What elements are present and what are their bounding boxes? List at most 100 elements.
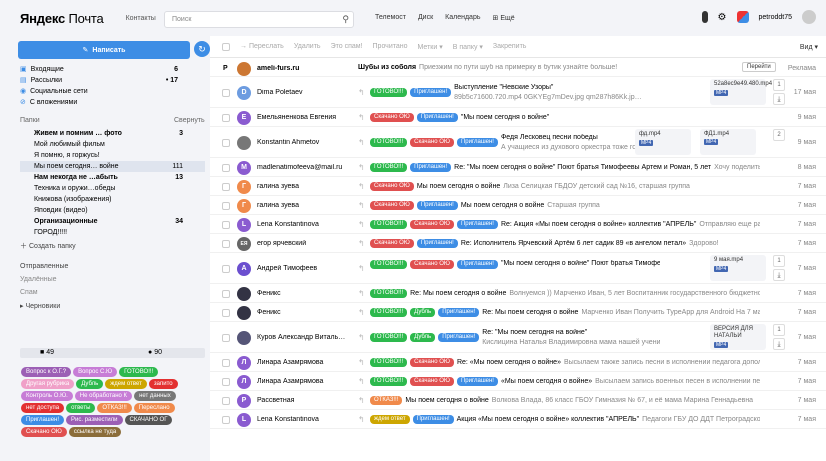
message-row[interactable]: Р Рассветная ↰ ОТКАЗ!!! Мы поем сегодня о во…	[210, 391, 826, 410]
download-icon[interactable]: ⤓	[773, 269, 785, 281]
reply-icon[interactable]: ↰	[358, 163, 365, 172]
services-icon[interactable]	[736, 11, 749, 23]
message-tag[interactable]: ГОТОВО!!!	[370, 307, 408, 317]
attachment-preview[interactable]: фд.mp4 MP4	[635, 129, 691, 155]
contacts-link[interactable]: Контакты	[126, 15, 156, 22]
subfolder-4-selected[interactable]: Мы поем сегодня… войне 111	[20, 161, 205, 172]
row-checkbox[interactable]	[222, 396, 230, 405]
create-folder-link[interactable]: ＋ Создать папку	[20, 241, 76, 251]
message-tag[interactable]: Приглашен!	[410, 162, 452, 172]
reply-icon[interactable]: ↰	[358, 182, 365, 191]
message-tag[interactable]: Скачано ОЮ	[410, 137, 454, 147]
sidebar-tag[interactable]: ссылка не тудa	[68, 427, 122, 437]
subfolder-9[interactable]: Организационные 34	[20, 216, 205, 227]
row-checkbox[interactable]	[222, 239, 230, 248]
reply-icon[interactable]: ↰	[358, 289, 365, 298]
nav-calendar[interactable]: Календарь	[445, 14, 480, 22]
sidebar-tag[interactable]: ждем ответ	[105, 379, 147, 389]
sidebar-tag[interactable]: Вопрос к О.Г.?	[21, 367, 72, 377]
sidebar-tag[interactable]: Не обработано К	[74, 391, 133, 401]
message-tag[interactable]: Приглашен!	[438, 332, 480, 342]
folder-newsletters[interactable]: ▤ Рассылки • 17	[20, 76, 200, 85]
message-row[interactable]: L Lena Konstantinova ↰ ждем ответ Приглашен!…	[210, 410, 826, 429]
subfolder-5[interactable]: Нам некогда не …абыть 13	[20, 172, 205, 183]
move-button[interactable]: В папку ▾	[453, 43, 483, 51]
yandex-mail-logo[interactable]: Яндекс Почта	[20, 11, 104, 26]
message-tag[interactable]: Приглашен!	[456, 376, 498, 386]
row-checkbox[interactable]	[222, 113, 230, 122]
phone-icon[interactable]	[701, 11, 708, 23]
message-row[interactable]: Л Линара Азамрямова ↰ ГОТОВО!!! Скачано ОЮ Re…	[210, 353, 826, 372]
sidebar-tag[interactable]: запито	[148, 379, 178, 389]
row-checkbox[interactable]	[222, 264, 230, 273]
message-tag[interactable]: ГОТОВО!!!	[370, 288, 408, 298]
nav-disk[interactable]: Диск	[418, 14, 433, 22]
folder-spam[interactable]: Спам	[20, 289, 38, 296]
message-row[interactable]: ЕЯ егор ярчевский ↰ Скачано ОЮ Приглашен! Re:…	[210, 234, 826, 253]
message-row[interactable]: L Lena Konstantinova ↰ ГОТОВО!!! Скачано ОЮ П…	[210, 215, 826, 234]
message-tag[interactable]: Скачано ОЮ	[370, 181, 414, 191]
sidebar-tag[interactable]: Рис. разместили	[66, 415, 123, 425]
message-tag[interactable]: Приглашен!	[438, 307, 480, 317]
nav-telemost[interactable]: Телемост	[375, 14, 406, 22]
message-row[interactable]: Е Емельяненкова Евгения ↰ Скачано ОЮ Приглаш…	[210, 108, 826, 127]
subfolder-6[interactable]: Техника и оружи…обеды	[20, 183, 205, 194]
row-checkbox[interactable]	[222, 415, 230, 424]
subfolder-1[interactable]: Живем и помним … фото 3	[20, 128, 205, 139]
view-dropdown[interactable]: Вид ▾	[800, 43, 818, 51]
message-tag[interactable]: Скачано ОЮ	[410, 357, 454, 367]
message-tag[interactable]: ГОТОВО!!!	[370, 137, 408, 147]
collapse-folders[interactable]: Свернуть	[174, 117, 205, 124]
nav-more[interactable]: ⊞ Ещё	[493, 14, 515, 22]
reply-icon[interactable]: ↰	[358, 396, 365, 405]
message-row[interactable]: Феникс ↰ ГОТОВО!!! Дубль Приглашен! Re: Мы по…	[210, 303, 826, 322]
row-checkbox[interactable]	[222, 163, 230, 172]
message-row[interactable]: Konstantin Ahmetov ↰ ГОТОВО!!! Скачано ОЮ Пр…	[210, 127, 826, 158]
download-icon[interactable]: ⤓	[773, 93, 785, 105]
sidebar-tag[interactable]: Переслано	[133, 403, 175, 413]
sidebar-tag[interactable]: Другая рубрика	[21, 379, 75, 389]
reply-icon[interactable]: ↰	[358, 308, 365, 317]
user-avatar[interactable]	[802, 10, 816, 24]
message-tag[interactable]: Приглашен!	[456, 260, 498, 269]
sidebar-tag[interactable]: нет доступа	[21, 403, 65, 413]
message-tag[interactable]: ГОТОВО!!!	[370, 376, 408, 386]
row-checkbox[interactable]	[222, 308, 230, 317]
message-tag[interactable]: Скачано ОЮ	[370, 200, 414, 210]
message-row[interactable]: Ггалина зуева ↰ Скачано ОЮ Мы поем сегодня …	[210, 177, 826, 196]
row-checkbox[interactable]	[222, 88, 230, 97]
message-row[interactable]: А Андрей Тимофеев ↰ ГОТОВО!!! Скачано ОЮ Приг…	[210, 253, 826, 284]
row-checkbox[interactable]	[222, 358, 230, 367]
reply-icon[interactable]: ↰	[358, 377, 365, 386]
search-icon[interactable]: ⚲	[342, 14, 349, 25]
message-tag[interactable]: ГОТОВО!!!	[370, 87, 408, 97]
message-tag[interactable]: Приглашен!	[456, 137, 498, 147]
message-tag[interactable]: Дубль	[410, 332, 436, 342]
message-tag[interactable]: ОТКАЗ!!!	[370, 395, 403, 405]
username[interactable]: petroddt75	[759, 14, 792, 21]
reply-icon[interactable]: ↰	[358, 88, 365, 97]
stats-bar[interactable]: ■ 49 ● 90	[20, 348, 205, 358]
reply-icon[interactable]: ↰	[358, 201, 365, 210]
subfolder-8[interactable]: Яповдик (видео)	[20, 205, 205, 216]
attachment-preview[interactable]: 9 мая.mp4 MP4	[710, 255, 766, 281]
message-tag[interactable]: Скачано ОЮ	[410, 260, 454, 269]
message-tag[interactable]: Скачано ОЮ	[370, 112, 414, 122]
delete-button[interactable]: Удалить	[294, 43, 321, 50]
message-row[interactable]: Ггалина зуева ↰ Скачано ОЮ Приглашен! Мы пое…	[210, 196, 826, 215]
folder-inbox[interactable]: ▣ Входящие 6	[20, 65, 200, 74]
reply-icon[interactable]: ↰	[358, 333, 365, 342]
search-input[interactable]: Поиск ⚲	[164, 11, 354, 28]
reply-icon[interactable]: ↰	[358, 138, 365, 147]
folder-drafts[interactable]: ▸ Черновики	[20, 302, 60, 310]
folder-social[interactable]: ◉ Социальные сети	[20, 87, 200, 96]
select-all-checkbox[interactable]	[222, 42, 230, 51]
row-checkbox[interactable]	[222, 182, 230, 191]
message-tag[interactable]: ГОТОВО!!!	[370, 162, 408, 172]
sidebar-tag[interactable]: нет данных	[134, 391, 176, 401]
sidebar-tag[interactable]: СКАЧАНО ОГ	[124, 415, 173, 425]
sidebar-tag[interactable]: ответы	[66, 403, 96, 413]
subfolder-10[interactable]: ГОРОД!!!!!	[20, 227, 205, 238]
message-row[interactable]: Рameli-furs.ru Шубы из соболя Приезжим по …	[210, 60, 826, 77]
message-row[interactable]: Феникс ↰ ГОТОВО!!! Re: Мы поем сегодня о во…	[210, 284, 826, 303]
